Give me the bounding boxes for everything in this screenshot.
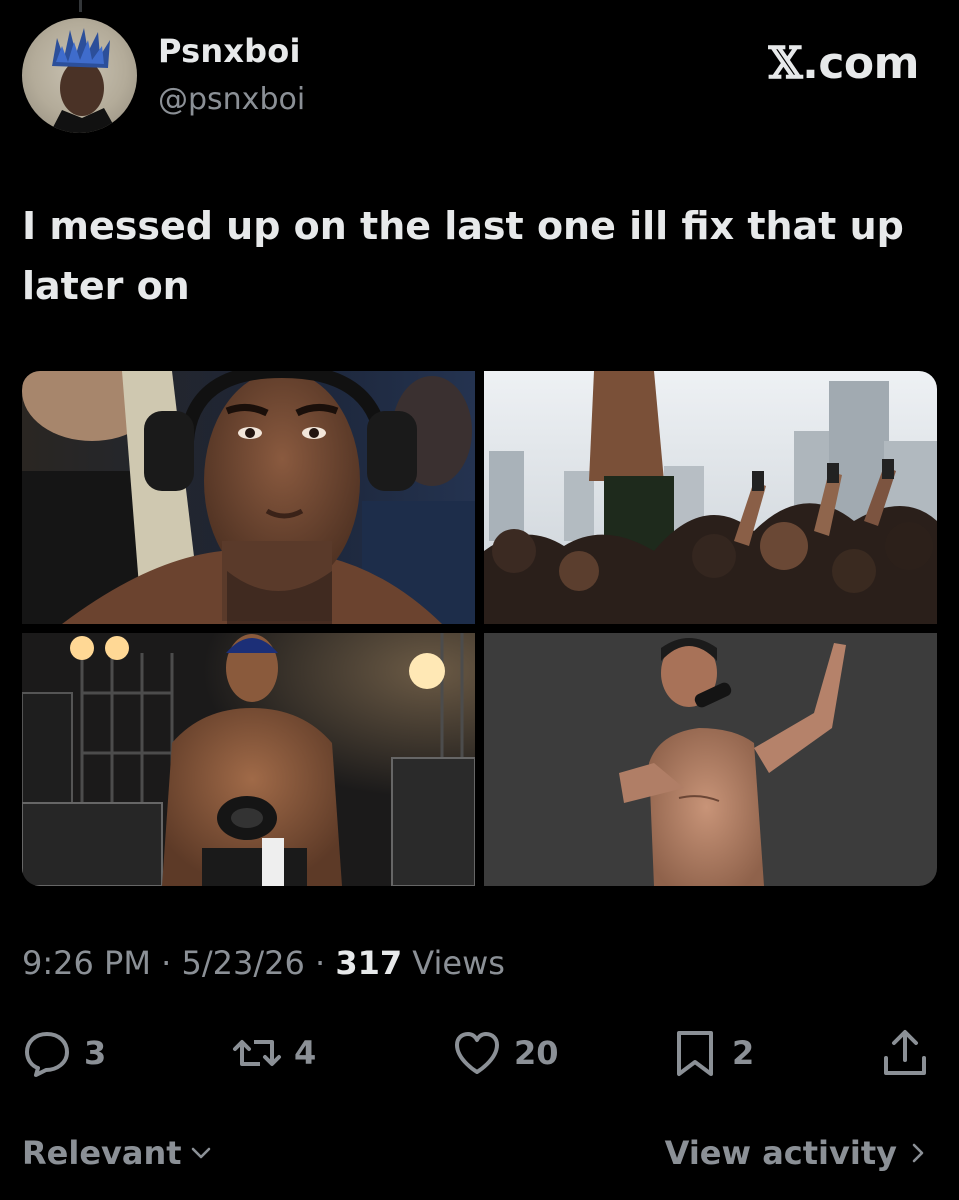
view-activity-label: View activity <box>664 1134 897 1172</box>
brand-suffix: .com <box>802 38 919 89</box>
reply-button[interactable]: 3 <box>22 1025 106 1081</box>
media-image-2[interactable] <box>484 371 937 624</box>
sort-replies-dropdown[interactable]: Relevant <box>22 1134 212 1172</box>
like-icon <box>455 1032 499 1074</box>
bookmark-icon <box>677 1031 713 1076</box>
tweet-time[interactable]: 9:26 PM <box>22 944 151 982</box>
author-display-name[interactable]: Psnxboi <box>158 32 301 70</box>
reply-icon <box>25 1032 69 1077</box>
meta-separator: · <box>150 944 182 982</box>
tweet-page: Psnxboi @psnxboi 𝕏.com I messed up on th… <box>0 0 959 1200</box>
avatar[interactable] <box>22 18 137 133</box>
bookmark-count: 2 <box>732 1034 755 1072</box>
tweet-footer: Relevant View activity <box>22 1134 929 1174</box>
repost-icon <box>233 1040 281 1066</box>
headphones-portrait-image <box>22 371 475 624</box>
views-label: Views <box>402 944 505 982</box>
crowd-performance-image <box>484 371 937 624</box>
like-button[interactable]: 20 <box>452 1025 559 1081</box>
x-logo-glyph: 𝕏 <box>768 38 803 89</box>
media-image-1[interactable] <box>22 371 475 624</box>
reply-count: 3 <box>84 1034 107 1072</box>
author-handle[interactable]: @psnxboi <box>158 82 305 117</box>
thread-connector-line <box>79 0 82 12</box>
meta-separator: · <box>304 944 336 982</box>
sort-label: Relevant <box>22 1134 182 1172</box>
tweet-header: Psnxboi @psnxboi 𝕏.com <box>22 18 919 138</box>
backstage-figure-image <box>22 633 475 886</box>
repost-button[interactable]: 4 <box>232 1025 316 1081</box>
tweet-meta: 9:26 PM · 5/23/26 · 317 Views <box>22 944 505 982</box>
bookmark-button[interactable]: 2 <box>670 1025 754 1081</box>
chevron-down-icon <box>191 1147 210 1159</box>
media-grid <box>22 371 937 886</box>
share-icon <box>884 1030 926 1075</box>
like-count: 20 <box>514 1034 559 1072</box>
action-bar: 3 4 20 2 <box>22 1025 937 1081</box>
media-image-4[interactable] <box>484 633 937 886</box>
chevron-right-icon <box>912 1143 924 1163</box>
microphone-pose-image <box>484 633 937 886</box>
x-brand-logo: 𝕏.com <box>768 38 919 89</box>
tweet-text: I messed up on the last one ill fix that… <box>22 204 904 308</box>
repost-count: 4 <box>294 1034 317 1072</box>
avatar-image <box>50 28 118 133</box>
view-activity-link[interactable]: View activity <box>665 1134 929 1172</box>
tweet-date[interactable]: 5/23/26 <box>181 944 304 982</box>
share-button[interactable] <box>880 1025 930 1081</box>
views-count: 317 <box>335 944 403 982</box>
media-image-3[interactable] <box>22 633 475 886</box>
